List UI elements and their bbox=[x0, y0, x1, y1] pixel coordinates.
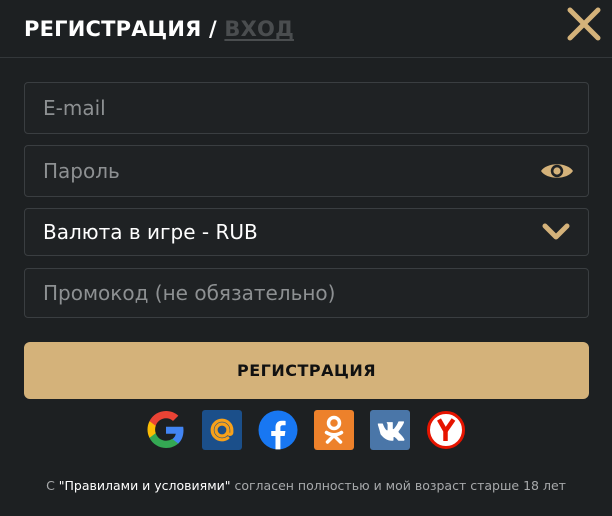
email-placeholder: E-mail bbox=[43, 96, 106, 120]
title-separator: / bbox=[201, 17, 225, 41]
modal-title: РЕГИСТРАЦИЯ / ВХОД bbox=[24, 17, 294, 41]
email-field[interactable]: E-mail bbox=[24, 82, 589, 134]
terms-prefix: С bbox=[46, 478, 59, 493]
facebook-icon[interactable] bbox=[258, 410, 298, 450]
currency-value: Валюта в игре - RUB bbox=[43, 220, 258, 244]
login-link[interactable]: ВХОД bbox=[224, 17, 294, 41]
terms-link[interactable]: "Правилами и условиями" bbox=[59, 478, 231, 493]
eye-icon[interactable] bbox=[540, 160, 574, 182]
mail-ru-icon[interactable] bbox=[202, 410, 242, 450]
chevron-down-icon bbox=[542, 223, 570, 240]
terms-suffix: согласен полностью и мой возраст старше … bbox=[230, 478, 566, 493]
currency-select[interactable]: Валюта в игре - RUB bbox=[24, 208, 589, 256]
register-title: РЕГИСТРАЦИЯ bbox=[24, 17, 202, 41]
password-placeholder: Пароль bbox=[43, 159, 120, 183]
modal-header: РЕГИСТРАЦИЯ / ВХОД bbox=[0, 0, 612, 58]
close-icon[interactable] bbox=[566, 6, 602, 42]
register-button[interactable]: РЕГИСТРАЦИЯ bbox=[24, 342, 589, 399]
google-icon[interactable] bbox=[146, 410, 186, 450]
vk-icon[interactable] bbox=[370, 410, 410, 450]
yandex-icon[interactable] bbox=[426, 410, 466, 450]
promo-field[interactable]: Промокод (не обязательно) bbox=[24, 268, 589, 318]
promo-placeholder: Промокод (не обязательно) bbox=[43, 281, 336, 305]
odnoklassniki-icon[interactable] bbox=[314, 410, 354, 450]
password-field[interactable]: Пароль bbox=[24, 145, 589, 197]
terms-notice: С "Правилами и условиями" согласен полно… bbox=[0, 478, 612, 493]
